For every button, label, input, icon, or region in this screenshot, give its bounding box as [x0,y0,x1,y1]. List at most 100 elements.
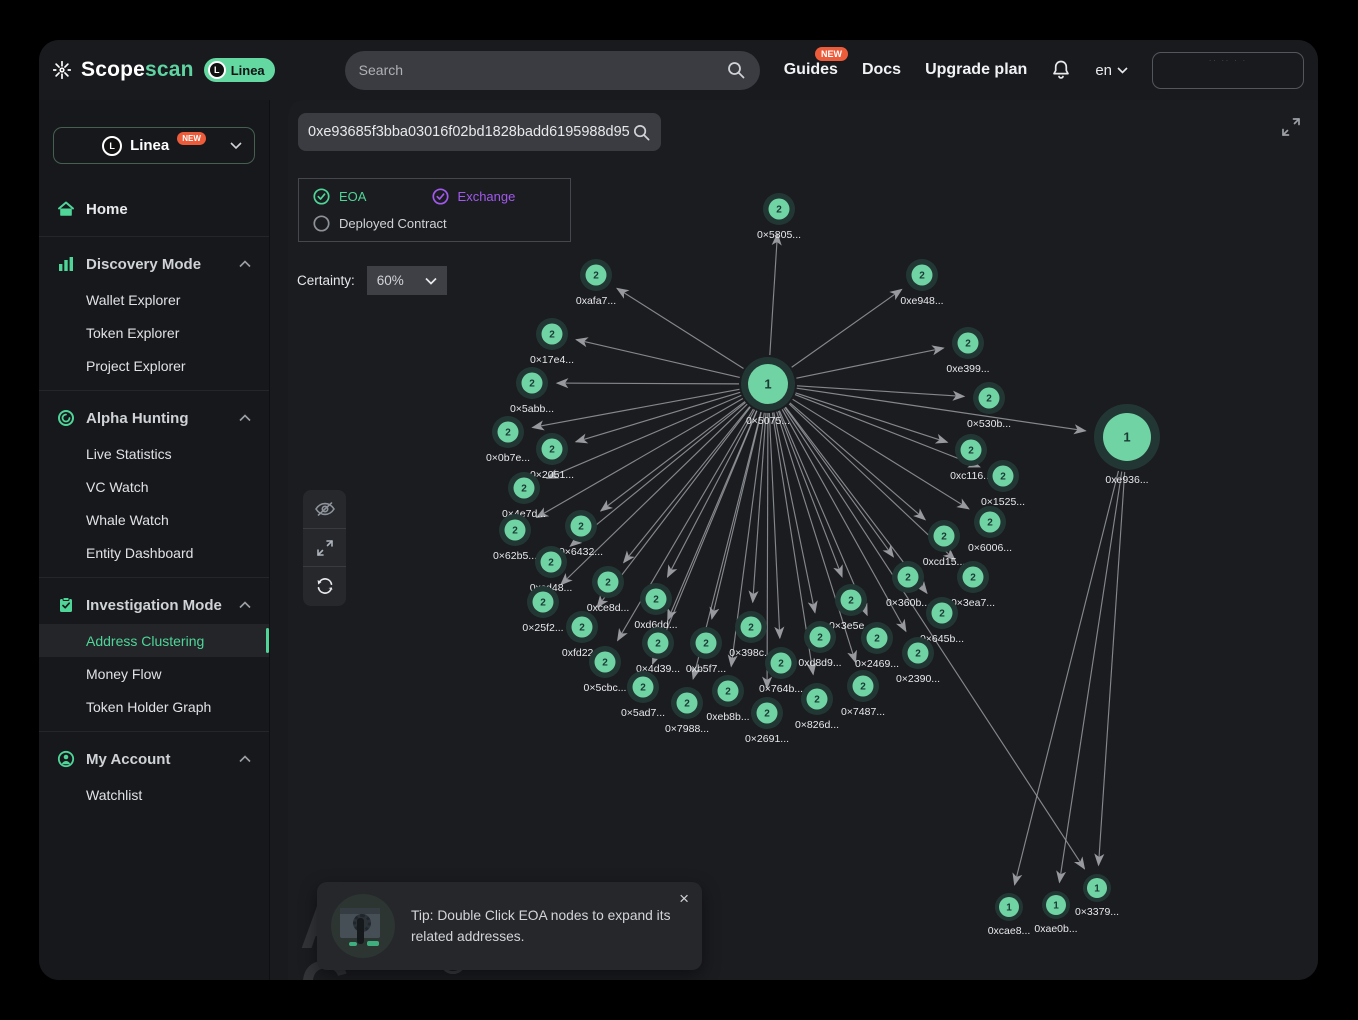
svg-text:2: 2 [593,271,599,282]
svg-text:0×3ea7...: 0×3ea7... [951,597,995,609]
user-icon [57,750,75,768]
search-icon[interactable] [726,60,746,80]
legend-eoa[interactable]: EOA [313,188,432,205]
sidebar: L Linea NEW Home Discovery Mode Wa [39,100,270,980]
expand-arrows-icon [315,538,335,558]
search-icon[interactable] [632,123,651,142]
sidebar-section-my-account[interactable]: My Account [39,740,269,778]
chevron-down-icon [1117,67,1128,74]
svg-text:0xc116...: 0xc116... [950,470,992,482]
close-icon[interactable]: × [679,890,689,907]
svg-text:2: 2 [602,658,608,669]
svg-text:2: 2 [653,595,659,606]
divider [39,577,269,578]
svg-text:0xe948...: 0xe948... [900,295,943,307]
address-search[interactable] [298,113,661,151]
svg-text:2: 2 [848,596,854,607]
node-type-legend: EOA Exchange Deployed Contract [298,178,571,242]
tip-illustration [331,894,395,958]
global-search-input[interactable] [359,62,726,78]
address-search-input[interactable] [308,124,632,140]
certainty-label: Certainty: [297,273,355,288]
target-icon [57,409,75,427]
sidebar-section-investigation-mode[interactable]: Investigation Mode [39,586,269,624]
refresh-button[interactable] [303,566,346,604]
language-selector[interactable]: en [1095,62,1128,79]
svg-text:1: 1 [1123,430,1130,445]
notification-bell-icon[interactable] [1051,59,1071,81]
nav-upgrade-plan[interactable]: Upgrade plan [925,61,1027,79]
graph-panel: EOA Exchange Deployed Contract Certainty… [288,100,1318,980]
svg-text:2: 2 [905,573,911,584]
svg-text:2: 2 [579,623,585,634]
eye-off-icon [314,500,336,518]
svg-text:0×5cbc...: 0×5cbc... [584,682,627,694]
svg-text:2: 2 [684,699,690,710]
hide-labels-button[interactable] [303,490,346,528]
sidebar-item-address-clustering[interactable]: Address Clustering [39,624,269,657]
svg-text:1: 1 [1094,884,1100,895]
svg-text:2: 2 [549,330,555,341]
linea-logo-icon: L [208,61,226,79]
svg-text:2: 2 [640,683,646,694]
divider [39,731,269,732]
svg-text:2: 2 [874,634,880,645]
nav-guides[interactable]: NEW Guides [784,61,838,79]
svg-text:1: 1 [1053,901,1059,912]
sidebar-item-money-flow[interactable]: Money Flow [39,657,269,690]
svg-text:2: 2 [1000,472,1006,483]
sidebar-item-wallet-explorer[interactable]: Wallet Explorer [39,283,269,316]
sidebar-item-watchlist[interactable]: Watchlist [39,778,269,811]
svg-text:2: 2 [817,633,823,644]
sidebar-section-discovery-mode[interactable]: Discovery Mode [39,245,269,283]
brand[interactable]: Scopescan L Linea [53,58,275,82]
legend-exchange[interactable]: Exchange [432,188,556,205]
fullscreen-icon[interactable] [1280,116,1302,138]
svg-text:2: 2 [968,446,974,457]
wallet-connect-button[interactable]: .. .. . . [1152,52,1304,89]
clipboard-icon [57,596,75,614]
brand-name: Scopescan [81,58,194,82]
sidebar-item-live-statistics[interactable]: Live Statistics [39,437,269,470]
sidebar-item-home[interactable]: Home [39,190,269,228]
svg-text:0×5075...: 0×5075... [746,415,790,427]
chevron-up-icon [239,601,251,609]
sidebar-item-token-explorer[interactable]: Token Explorer [39,316,269,349]
svg-text:1: 1 [764,377,771,392]
svg-text:1: 1 [1006,903,1012,914]
global-search[interactable] [345,51,760,90]
sidebar-section-alpha-hunting[interactable]: Alpha Hunting [39,399,269,437]
sidebar-item-whale-watch[interactable]: Whale Watch [39,503,269,536]
svg-text:2: 2 [605,578,611,589]
bar-chart-icon [57,255,75,273]
certainty-dropdown[interactable]: 60% [367,266,447,295]
sidebar-item-entity-dashboard[interactable]: Entity Dashboard [39,536,269,569]
graph-node-0x5075[interactable]: 1 0×5075... [741,357,795,427]
svg-text:0×764b...: 0×764b... [759,683,803,695]
top-header: Scopescan L Linea NEW Guides Docs Upgrad… [39,40,1318,100]
sidebar-item-project-explorer[interactable]: Project Explorer [39,349,269,382]
svg-text:0×5ad7...: 0×5ad7... [621,707,665,719]
fit-view-button[interactable] [303,528,346,566]
chevron-up-icon [239,260,251,268]
network-selector[interactable]: L Linea NEW [53,127,255,164]
svg-text:2: 2 [814,695,820,706]
svg-text:2: 2 [505,428,511,439]
svg-text:2: 2 [764,709,770,720]
svg-text:2: 2 [915,649,921,660]
legend-deployed-contract[interactable]: Deployed Contract [313,215,556,232]
refresh-icon [315,576,335,596]
svg-text:2: 2 [529,379,535,390]
nav-docs[interactable]: Docs [862,61,901,79]
svg-text:2: 2 [941,532,947,543]
sidebar-item-vc-watch[interactable]: VC Watch [39,470,269,503]
svg-text:2: 2 [965,339,971,350]
svg-text:0×7487...: 0×7487... [841,706,885,718]
svg-text:2: 2 [939,609,945,620]
sidebar-item-token-holder-graph[interactable]: Token Holder Graph [39,690,269,723]
svg-text:0×25f2...: 0×25f2... [522,622,563,634]
checked-circle-icon [313,188,330,205]
svg-text:0xce8d...: 0xce8d... [587,602,630,614]
svg-text:2: 2 [860,682,866,693]
svg-text:0xafa7...: 0xafa7... [576,295,616,307]
